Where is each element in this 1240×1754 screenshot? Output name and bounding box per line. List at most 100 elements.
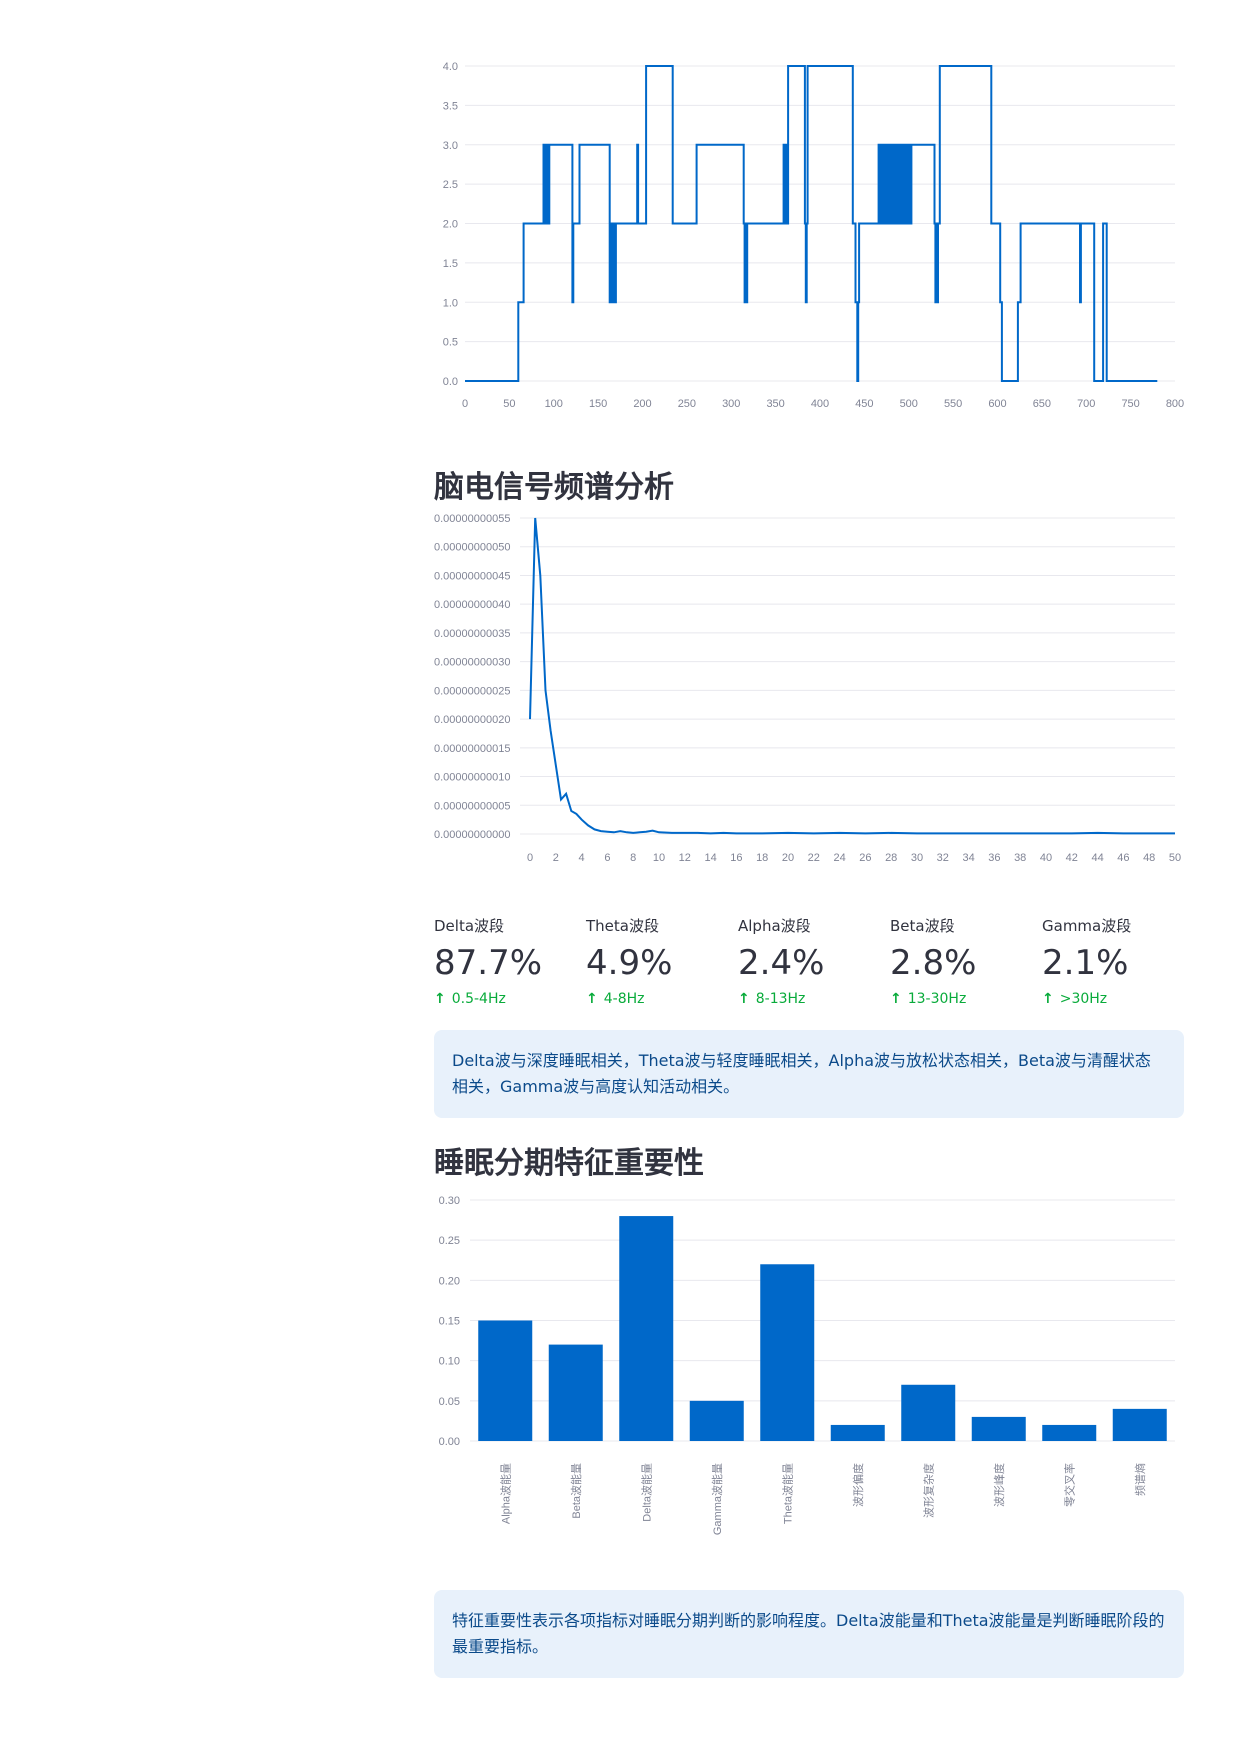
x-tick-label: 12 <box>679 852 691 864</box>
y-tick-label: 0.10 <box>439 1356 460 1368</box>
x-tick-label: 40 <box>1040 852 1052 864</box>
x-tick-label: 频谱熵 <box>1133 1463 1147 1496</box>
info-box-importance: 特征重要性表示各项指标对睡眠分期判断的影响程度。Delta波能量和Theta波能… <box>434 1590 1184 1678</box>
x-tick-label: 250 <box>678 398 696 410</box>
x-tick-label: 50 <box>1169 852 1181 864</box>
sleep-stage-chart: 0.0 0.5 1.0 1.5 2.0 2.5 3.0 3.5 4.0 0 50 100 150 200 2… <box>443 61 1184 410</box>
x-tick-label: 4 <box>579 852 585 864</box>
metric-value: 2.4% <box>738 943 825 983</box>
x-tick-label: 2 <box>553 852 559 864</box>
metric-delta: ↑ 8-13Hz <box>738 987 890 1011</box>
x-tick-label: 22 <box>808 852 820 864</box>
x-tick-label: 20 <box>782 852 794 864</box>
x-tick-label: 300 <box>722 398 740 410</box>
x-tick-label: 46 <box>1117 852 1129 864</box>
x-tick-label: 24 <box>833 852 845 864</box>
y-tick-label: 1.0 <box>443 297 458 309</box>
y-tick-label: 0.00000000040 <box>434 599 510 611</box>
x-tick-label: 6 <box>604 852 610 864</box>
x-tick-label: 18 <box>756 852 768 864</box>
arrow-up-icon: ↑ <box>586 991 598 1007</box>
y-tick-label: 0.00000000050 <box>434 542 510 554</box>
x-tick-label: 150 <box>589 398 607 410</box>
feature-importance-chart: 0.00 0.05 0.10 0.15 0.20 0.25 0.30 Alpha波能量 Beta… <box>439 1195 1175 1535</box>
x-tick-label: 32 <box>937 852 949 864</box>
x-tick-label: 10 <box>653 852 665 864</box>
x-tick-label: 700 <box>1077 398 1095 410</box>
arrow-up-icon: ↑ <box>434 991 446 1007</box>
x-tick-label: 100 <box>545 398 563 410</box>
y-tick-label: 3.5 <box>443 100 458 112</box>
y-tick-label: 3.0 <box>443 140 458 152</box>
y-tick-label: 0.5 <box>443 337 458 349</box>
x-tick-label: 34 <box>962 852 974 864</box>
x-tick-label: 波形复杂度 <box>921 1463 935 1518</box>
x-tick-label: Alpha波能量 <box>498 1463 512 1524</box>
y-tick-label: 0.00000000020 <box>434 714 510 726</box>
x-tick-label: 48 <box>1143 852 1155 864</box>
bar <box>478 1320 533 1441</box>
x-tick-label: 50 <box>503 398 515 410</box>
eeg-spectrum-chart: 0.00000000000 0.00000000005 0.00000000010 0… <box>434 513 1181 864</box>
y-tick-label: 2.5 <box>443 179 458 191</box>
y-tick-label: 0.20 <box>439 1275 460 1287</box>
x-tick-label: 波形偏度 <box>851 1463 865 1507</box>
x-tick-label: 650 <box>1033 398 1051 410</box>
x-tick-label: 550 <box>944 398 962 410</box>
metric-value: 4.9% <box>586 943 673 983</box>
metric-delta: ↑ >30Hz <box>1042 987 1194 1011</box>
metric-label: Gamma波段 <box>1042 917 1132 935</box>
bar <box>619 1216 674 1441</box>
x-tick-label: 30 <box>911 852 923 864</box>
metric-delta: Delta波段 87.7% ↑ 0.5-4Hz <box>434 915 586 1015</box>
bar <box>760 1264 815 1441</box>
x-tick-label: 500 <box>900 398 918 410</box>
y-tick-label: 0.30 <box>439 1195 460 1207</box>
y-tick-label: 0.25 <box>439 1235 460 1247</box>
metric-delta: ↑ 4-8Hz <box>586 987 738 1011</box>
y-tick-label: 0.00000000005 <box>434 800 510 812</box>
x-tick-label: 750 <box>1121 398 1139 410</box>
y-tick-label: 0.00000000010 <box>434 772 510 784</box>
metric-value: 2.1% <box>1042 943 1129 983</box>
arrow-up-icon: ↑ <box>890 991 902 1007</box>
y-tick-label: 0.00 <box>439 1436 460 1448</box>
x-tick-label: 800 <box>1166 398 1184 410</box>
metric-delta: ↑ 0.5-4Hz <box>434 987 586 1011</box>
metric-value: 87.7% <box>434 943 543 983</box>
x-tick-label: 14 <box>704 852 716 864</box>
y-tick-label: 0.00000000045 <box>434 570 510 582</box>
y-tick-label: 0.00000000055 <box>434 513 510 525</box>
arrow-up-icon: ↑ <box>1042 991 1054 1007</box>
y-tick-label: 0.00000000030 <box>434 657 510 669</box>
metric-label: Alpha波段 <box>738 917 811 935</box>
y-tick-label: 0.00000000015 <box>434 743 510 755</box>
x-tick-label: 0 <box>462 398 468 410</box>
bar <box>1042 1424 1097 1441</box>
metric-label: Delta波段 <box>434 917 505 935</box>
x-tick-label: 16 <box>730 852 742 864</box>
y-tick-label: 0.05 <box>439 1396 460 1408</box>
metric-delta-text: 0.5-4Hz <box>451 991 506 1007</box>
y-tick-label: 0.00000000025 <box>434 685 510 697</box>
metric-delta-text: 13-30Hz <box>907 991 967 1007</box>
metric-delta: ↑ 13-30Hz <box>890 987 1042 1011</box>
bar <box>689 1400 744 1441</box>
importance-title: 睡眠分期特征重要性 <box>434 1146 704 1181</box>
x-tick-label: 波形峰度 <box>992 1463 1006 1507</box>
arrow-up-icon: ↑ <box>738 991 750 1007</box>
x-tick-label: 400 <box>811 398 829 410</box>
y-tick-label: 0.0 <box>443 376 458 388</box>
metric-delta-text: 8-13Hz <box>755 991 806 1007</box>
x-tick-label: 28 <box>885 852 897 864</box>
x-tick-label: 零交叉率 <box>1062 1463 1076 1507</box>
y-tick-label: 0.00000000035 <box>434 628 510 640</box>
x-tick-label: 36 <box>988 852 1000 864</box>
x-tick-label: Beta波能量 <box>569 1463 583 1519</box>
metric-alpha: Alpha波段 2.4% ↑ 8-13Hz <box>738 915 890 1015</box>
x-tick-label: 26 <box>859 852 871 864</box>
bar <box>830 1424 885 1441</box>
metric-value: 2.8% <box>890 943 977 983</box>
bar <box>1112 1408 1167 1441</box>
x-tick-label: 200 <box>633 398 651 410</box>
